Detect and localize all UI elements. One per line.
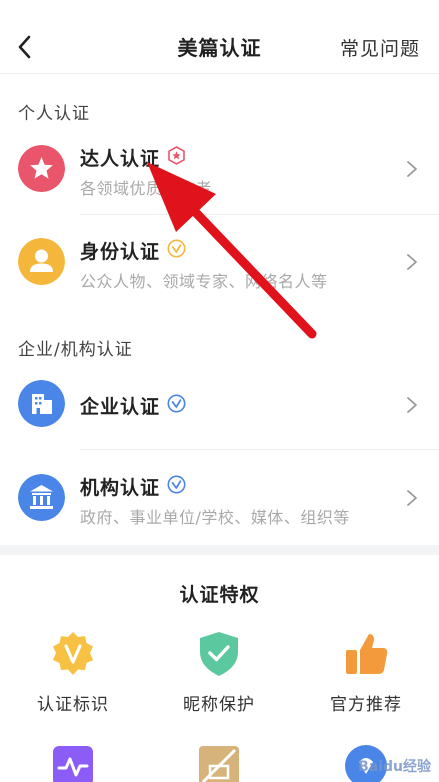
v-badge-icon — [53, 632, 93, 675]
chevron-right-icon — [407, 161, 417, 177]
privileges-title: 认证特权 — [179, 584, 260, 606]
person-icon — [18, 238, 65, 285]
chevron-right-icon — [407, 490, 417, 506]
star-icon — [18, 145, 65, 192]
nav-header: 美篇认证 常见问题 — [0, 0, 439, 74]
blue-check-badge-icon — [167, 475, 186, 494]
privilege-verified-mark[interactable]: 认证标识 — [13, 630, 133, 715]
faq-link[interactable]: 常见问题 — [340, 34, 420, 61]
cert-desc: 公众人物、领域专家、网络名人等 — [80, 272, 328, 291]
chevron-right-icon — [407, 397, 417, 413]
red-star-badge-icon — [168, 146, 185, 165]
cert-name: 机构认证 — [80, 477, 161, 499]
no-ads-icon — [199, 746, 239, 782]
cert-row-expert[interactable]: 达人认证 各领域优质创作者 — [0, 123, 439, 215]
institution-icon — [18, 474, 65, 521]
cert-row-identity[interactable]: 身份认证 公众人物、领域专家、网络名人等 — [0, 215, 439, 308]
page: { "header": { "title": "美篇认证", "faq_labe… — [0, 0, 439, 782]
cert-name: 企业认证 — [80, 396, 161, 418]
building-icon — [18, 380, 65, 427]
privilege-item[interactable] — [159, 742, 279, 782]
privilege-label: 官方推荐 — [330, 695, 402, 715]
chevron-right-icon — [407, 254, 417, 270]
cert-name: 达人认证 — [80, 148, 161, 170]
cert-desc: 政府、事业单位/学校、媒体、组织等 — [80, 508, 350, 527]
cert-row-institution[interactable]: 机构认证 政府、事业单位/学校、媒体、组织等 — [0, 450, 439, 543]
cert-name: 身份认证 — [80, 241, 161, 263]
privilege-official-recommend[interactable]: 官方推荐 — [306, 630, 426, 715]
shield-check-icon — [200, 632, 238, 676]
pulse-icon — [53, 746, 93, 782]
cert-row-enterprise[interactable]: 企业认证 — [0, 357, 439, 449]
thumbs-up-icon — [346, 634, 388, 674]
blue-check-badge-icon — [167, 394, 186, 413]
watermark: Baidu经验 — [358, 759, 431, 775]
section-separator — [0, 545, 439, 555]
yellow-check-badge-icon — [167, 239, 186, 258]
cert-desc: 各领域优质创作者 — [80, 179, 213, 198]
privilege-label: 昵称保护 — [183, 695, 255, 715]
section-label-personal: 个人认证 — [18, 104, 90, 124]
privilege-nickname-protection[interactable]: 昵称保护 — [159, 630, 279, 715]
privilege-label: 认证标识 — [37, 695, 109, 715]
privilege-item[interactable] — [13, 742, 133, 782]
